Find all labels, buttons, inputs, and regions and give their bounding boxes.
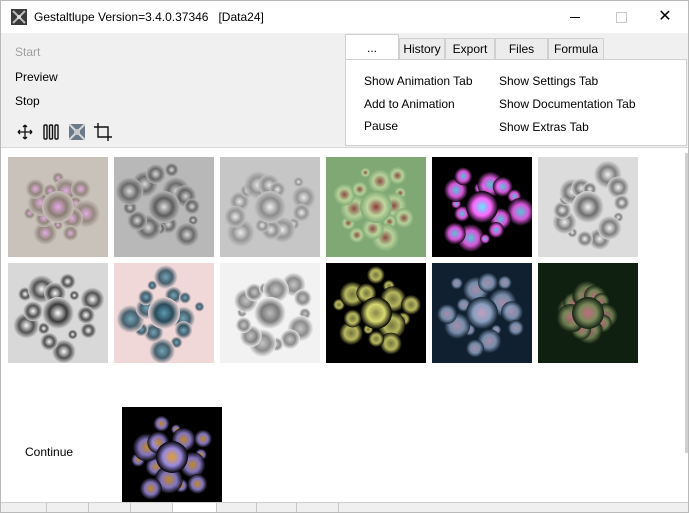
fractal-image <box>8 263 108 363</box>
fractal-image <box>326 157 426 257</box>
fractal-image <box>538 157 638 257</box>
continue-button[interactable]: Continue <box>25 445 73 459</box>
fractal-image <box>122 407 222 507</box>
fractal-image <box>114 263 214 363</box>
thumbnail-continue[interactable] <box>122 407 222 507</box>
add-to-animation-link[interactable]: Add to Animation <box>364 97 455 111</box>
main-window: Gestaltlupe Version=3.4.0.37346 [Data24]… <box>0 0 689 513</box>
thumbnail[interactable] <box>538 263 638 363</box>
thumbnail[interactable] <box>8 157 108 257</box>
tab-formula[interactable]: Formula <box>548 38 604 59</box>
tool-icon-row <box>15 122 113 142</box>
bottom-tab[interactable] <box>173 503 217 512</box>
right-scroll-edge <box>685 153 688 453</box>
tab-history[interactable]: History <box>399 38 445 59</box>
fractal-image <box>326 263 426 363</box>
thumbnail[interactable] <box>220 263 320 363</box>
fractal-image <box>432 263 532 363</box>
start-button[interactable]: Start <box>15 45 40 59</box>
thumbnail[interactable] <box>432 263 532 363</box>
pause-link[interactable]: Pause <box>364 119 398 133</box>
crop-icon[interactable] <box>93 122 113 142</box>
fractal-image <box>8 157 108 257</box>
show-settings-tab-link[interactable]: Show Settings Tab <box>499 74 598 88</box>
bottom-tab[interactable] <box>1 503 47 512</box>
tab-more[interactable]: ... <box>345 34 399 60</box>
show-documentation-tab-link[interactable]: Show Documentation Tab <box>499 97 636 111</box>
thumbnail[interactable] <box>114 263 214 363</box>
close-button[interactable]: ✕ <box>642 1 688 33</box>
bottom-tab[interactable] <box>257 503 297 512</box>
close-icon: ✕ <box>658 8 672 25</box>
stop-button[interactable]: Stop <box>15 94 40 108</box>
thumbnail[interactable] <box>8 263 108 363</box>
bottom-tab[interactable] <box>217 503 257 512</box>
bottom-tab[interactable] <box>297 503 339 512</box>
thumbnail[interactable] <box>220 157 320 257</box>
fractal-image <box>220 157 320 257</box>
bottom-tab[interactable] <box>89 503 131 512</box>
reset-view-icon[interactable] <box>67 122 87 142</box>
sliders-icon[interactable] <box>41 122 61 142</box>
tab-export[interactable]: Export <box>445 38 495 59</box>
tab-files[interactable]: Files <box>495 38 548 59</box>
bottom-tab[interactable] <box>47 503 89 512</box>
maximize-icon <box>615 11 627 23</box>
fractal-image <box>538 263 638 363</box>
history-gallery: Continue <box>1 148 688 507</box>
thumbnail[interactable] <box>326 263 426 363</box>
move-icon[interactable] <box>15 122 35 142</box>
tab-panel: Show Animation Tab Add to Animation Paus… <box>345 59 687 146</box>
preview-button[interactable]: Preview <box>15 70 58 84</box>
window-title: Gestaltlupe Version=3.4.0.37346 [Data24] <box>34 10 264 24</box>
bottom-tab-strip <box>1 502 688 512</box>
show-extras-tab-link[interactable]: Show Extras Tab <box>499 120 589 134</box>
maximize-button[interactable] <box>598 1 644 33</box>
title-bar[interactable]: Gestaltlupe Version=3.4.0.37346 [Data24]… <box>1 1 688 33</box>
fractal-image <box>432 157 532 257</box>
minimize-button[interactable] <box>552 1 598 33</box>
fractal-app-icon <box>11 9 27 25</box>
thumbnail[interactable] <box>114 157 214 257</box>
fractal-image <box>114 157 214 257</box>
bottom-tab[interactable] <box>131 503 173 512</box>
show-animation-tab-link[interactable]: Show Animation Tab <box>364 74 473 88</box>
thumbnail[interactable] <box>326 157 426 257</box>
control-area: Start Preview Stop ... History Export Fi… <box>1 33 688 148</box>
fractal-image <box>220 263 320 363</box>
thumbnail[interactable] <box>538 157 638 257</box>
thumbnail[interactable] <box>432 157 532 257</box>
minimize-icon <box>570 16 580 18</box>
